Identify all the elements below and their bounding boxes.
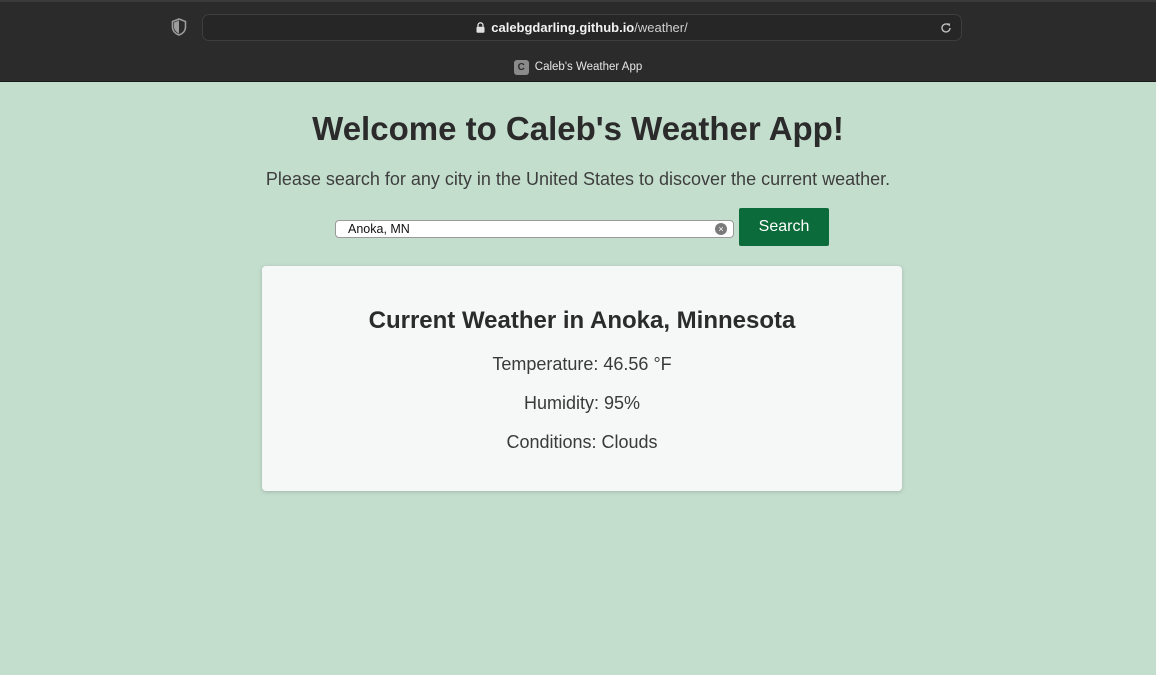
page-subtitle: Please search for any city in the United…: [265, 169, 891, 189]
clear-search-icon[interactable]: ×: [715, 223, 727, 235]
weather-card: Current Weather in Anoka, Minnesota Temp…: [262, 266, 902, 491]
favicon-icon: C: [513, 59, 529, 75]
url-host: calebgdarling.github.io: [491, 20, 635, 35]
shield-icon[interactable]: [170, 18, 188, 36]
page-title: Welcome to Caleb's Weather App!: [312, 110, 844, 147]
tab-title: Caleb's Weather App: [534, 61, 643, 73]
search-button[interactable]: Search: [739, 208, 829, 246]
humidity-text: Humidity: 95%: [523, 393, 641, 413]
url-path: /weather/: [634, 20, 688, 35]
tab-active[interactable]: C Caleb's Weather App: [0, 58, 1156, 76]
reload-icon[interactable]: [939, 21, 953, 35]
search-input[interactable]: [335, 220, 734, 238]
conditions-text: Conditions: Clouds: [506, 432, 658, 452]
chrome-topline: [0, 0, 1156, 2]
weather-heading: Current Weather in Anoka, Minnesota: [368, 307, 796, 334]
temperature-text: Temperature: 46.56 °F: [492, 354, 672, 374]
address-bar[interactable]: calebgdarling.github.io/weather/: [202, 14, 962, 41]
browser-chrome: calebgdarling.github.io/weather/ C Caleb…: [0, 0, 1156, 82]
lock-icon: [476, 22, 485, 33]
